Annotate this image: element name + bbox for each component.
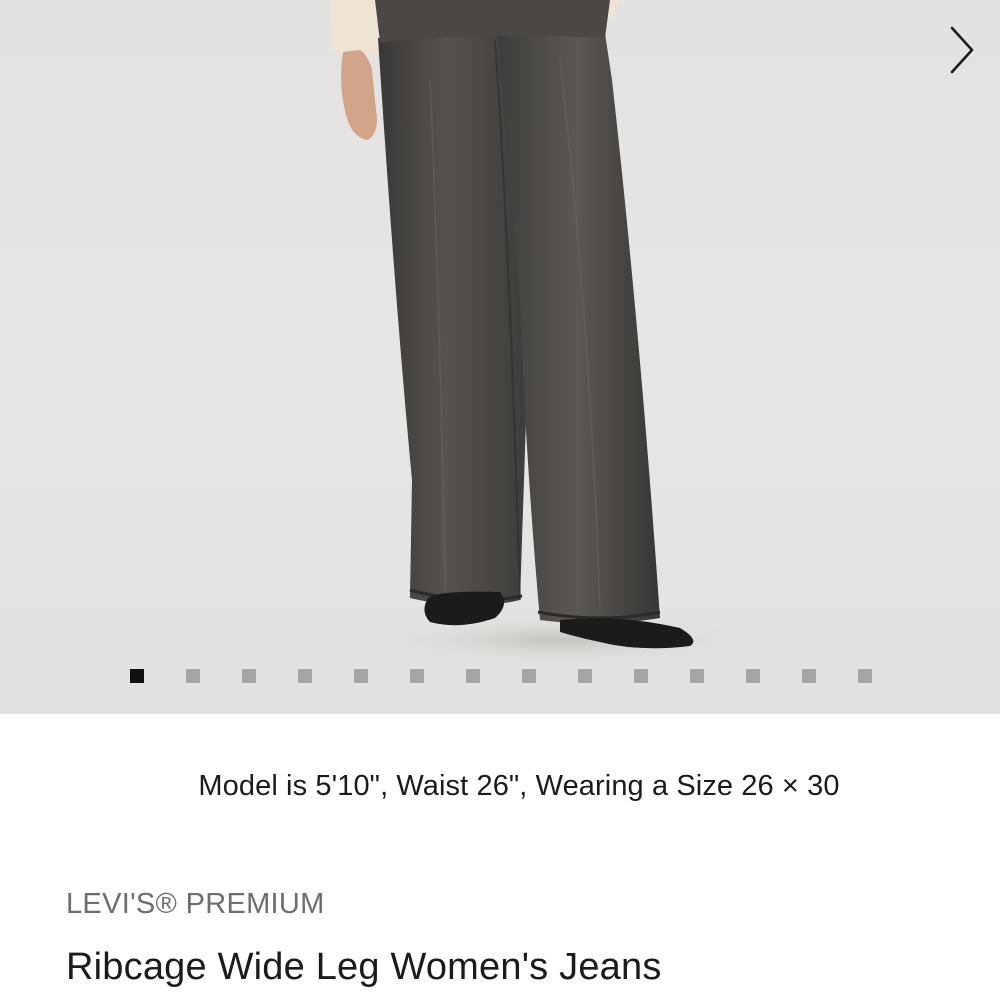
product-image-carousel[interactable] xyxy=(0,0,1000,714)
carousel-dot[interactable] xyxy=(690,669,704,683)
next-image-button[interactable] xyxy=(942,22,982,78)
carousel-dot[interactable] xyxy=(634,669,648,683)
carousel-dot[interactable] xyxy=(410,669,424,683)
carousel-dot[interactable] xyxy=(578,669,592,683)
carousel-dot[interactable] xyxy=(186,669,200,683)
carousel-dot[interactable] xyxy=(858,669,872,683)
carousel-dot[interactable] xyxy=(354,669,368,683)
chevron-right-icon xyxy=(950,26,974,74)
carousel-dot[interactable] xyxy=(130,669,144,683)
model-info: Model is 5'10", Waist 26", Wearing a Siz… xyxy=(0,770,1000,803)
carousel-pagination xyxy=(130,669,872,683)
carousel-dot[interactable] xyxy=(298,669,312,683)
product-photo xyxy=(330,0,780,668)
carousel-dot[interactable] xyxy=(242,669,256,683)
carousel-dot[interactable] xyxy=(802,669,816,683)
product-title: Ribcage Wide Leg Women's Jeans xyxy=(66,946,662,988)
product-page: Model is 5'10", Waist 26", Wearing a Siz… xyxy=(0,0,1000,1000)
carousel-dot[interactable] xyxy=(746,669,760,683)
model-info-text: Model is 5'10", Waist 26", Wearing a Siz… xyxy=(198,770,840,802)
carousel-dot[interactable] xyxy=(522,669,536,683)
brand-name[interactable]: LEVI'S® PREMIUM xyxy=(66,888,325,921)
carousel-dot[interactable] xyxy=(466,669,480,683)
